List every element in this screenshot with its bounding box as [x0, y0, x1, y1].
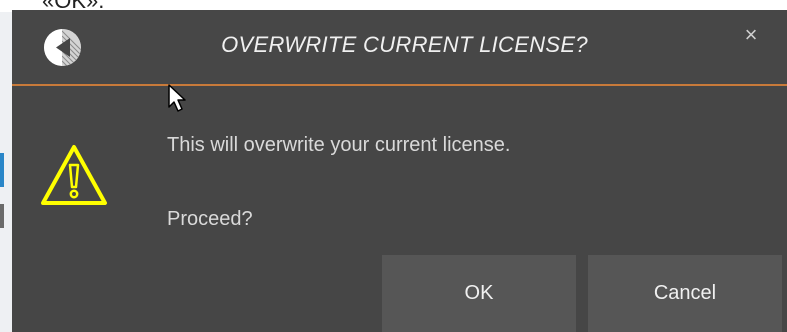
mouse-pointer-icon: [167, 83, 189, 115]
warning-triangle-icon: [39, 143, 109, 207]
ok-button[interactable]: OK: [382, 255, 576, 332]
license-dialog: OVERWRITE CURRENT LICENSE? × This will o…: [12, 10, 787, 332]
title-divider: [12, 84, 787, 86]
background-accent-mark: [0, 153, 4, 187]
dialog-title-bar[interactable]: OVERWRITE CURRENT LICENSE? ×: [12, 10, 787, 84]
dialog-message: This will overwrite your current license…: [167, 134, 511, 156]
dialog-title: OVERWRITE CURRENT LICENSE?: [221, 32, 588, 57]
background-window-edge: [0, 12, 12, 332]
dialog-question: Proceed?: [167, 208, 253, 230]
close-button[interactable]: ×: [738, 22, 764, 48]
background-mark: [0, 204, 4, 228]
close-icon: ×: [744, 22, 758, 47]
cancel-button[interactable]: Cancel: [588, 255, 782, 332]
